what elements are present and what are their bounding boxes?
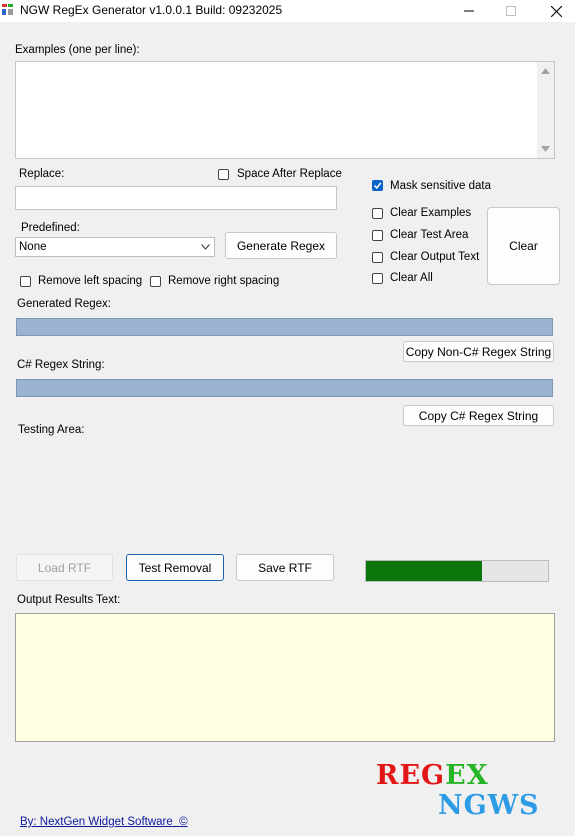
maximize-button[interactable]	[488, 0, 534, 22]
predefined-selected-value: None	[19, 241, 47, 253]
clear-examples-checkbox[interactable]	[372, 208, 383, 219]
replace-label: Replace:	[19, 168, 65, 180]
space-after-replace-checkbox[interactable]	[218, 169, 229, 180]
scroll-up-icon[interactable]	[541, 68, 550, 74]
close-icon	[550, 5, 562, 17]
load-rtf-button[interactable]: Load RTF	[16, 554, 113, 581]
clear-examples-label[interactable]: Clear Examples	[390, 207, 471, 219]
examples-label: Examples (one per line):	[15, 44, 140, 56]
replace-input[interactable]	[15, 186, 337, 210]
logo-letter: G	[421, 760, 446, 791]
ngws-logo: NGWS	[438, 790, 540, 821]
testing-area-label: Testing Area:	[18, 424, 85, 436]
logo-letter: E	[445, 760, 467, 791]
mask-sensitive-label[interactable]: Mask sensitive data	[390, 180, 491, 192]
credit-text: By: NextGen Widget Software	[20, 816, 173, 828]
generated-regex-output[interactable]	[16, 318, 553, 336]
minimize-button[interactable]	[446, 0, 492, 22]
check-icon	[373, 182, 382, 190]
remove-right-spacing-checkbox[interactable]	[150, 276, 161, 287]
credit-link[interactable]: By: NextGen Widget Software ©	[20, 816, 188, 828]
close-button[interactable]	[533, 0, 575, 22]
minimize-icon	[464, 10, 474, 12]
app-icon	[2, 4, 13, 15]
examples-scrollbar[interactable]	[537, 62, 554, 158]
predefined-label: Predefined:	[21, 222, 80, 234]
predefined-select[interactable]: None	[15, 237, 215, 257]
generate-regex-button[interactable]: Generate Regex	[225, 232, 337, 259]
logo-letter: E	[399, 760, 422, 791]
output-results-textarea[interactable]	[15, 613, 555, 742]
clear-all-label[interactable]: Clear All	[390, 272, 433, 284]
space-after-replace-label[interactable]: Space After Replace	[237, 168, 342, 180]
progress-fill	[366, 561, 483, 581]
window-title: NGW RegEx Generator v1.0.0.1 Build: 0923…	[20, 3, 283, 17]
title-bar[interactable]: NGW RegEx Generator v1.0.0.1 Build: 0923…	[0, 0, 575, 22]
clear-test-area-checkbox[interactable]	[372, 230, 383, 241]
regex-logo: REGEX	[376, 760, 489, 791]
maximize-icon	[506, 6, 516, 16]
generated-regex-label: Generated Regex:	[17, 298, 111, 310]
csharp-regex-label: C# Regex String:	[17, 359, 105, 371]
clear-test-area-label[interactable]: Clear Test Area	[390, 229, 468, 241]
logo-letter: R	[376, 760, 400, 791]
testing-area[interactable]	[15, 440, 555, 546]
logo-letter: X	[466, 760, 489, 791]
test-removal-button[interactable]: Test Removal	[126, 554, 224, 581]
csharp-regex-output[interactable]	[16, 379, 553, 397]
mask-sensitive-checkbox[interactable]	[372, 180, 383, 191]
remove-right-spacing-label[interactable]: Remove right spacing	[168, 275, 279, 287]
output-results-label: Output Results Text:	[17, 594, 121, 606]
scroll-down-icon[interactable]	[541, 146, 550, 152]
copy-csharp-regex-button[interactable]: Copy C# Regex String	[403, 405, 554, 426]
chevron-down-icon	[201, 244, 210, 250]
clear-all-checkbox[interactable]	[372, 273, 383, 284]
copy-non-csharp-regex-button[interactable]: Copy Non-C# Regex String	[403, 341, 554, 362]
copyright-symbol: ©	[179, 816, 188, 828]
progress-bar	[365, 560, 549, 582]
remove-left-spacing-checkbox[interactable]	[20, 276, 31, 287]
examples-textarea[interactable]	[15, 61, 555, 159]
clear-output-text-checkbox[interactable]	[372, 252, 383, 263]
remove-left-spacing-label[interactable]: Remove left spacing	[38, 275, 142, 287]
save-rtf-button[interactable]: Save RTF	[236, 554, 334, 581]
clear-output-text-label[interactable]: Clear Output Text	[390, 251, 479, 263]
clear-button[interactable]: Clear	[487, 207, 560, 285]
